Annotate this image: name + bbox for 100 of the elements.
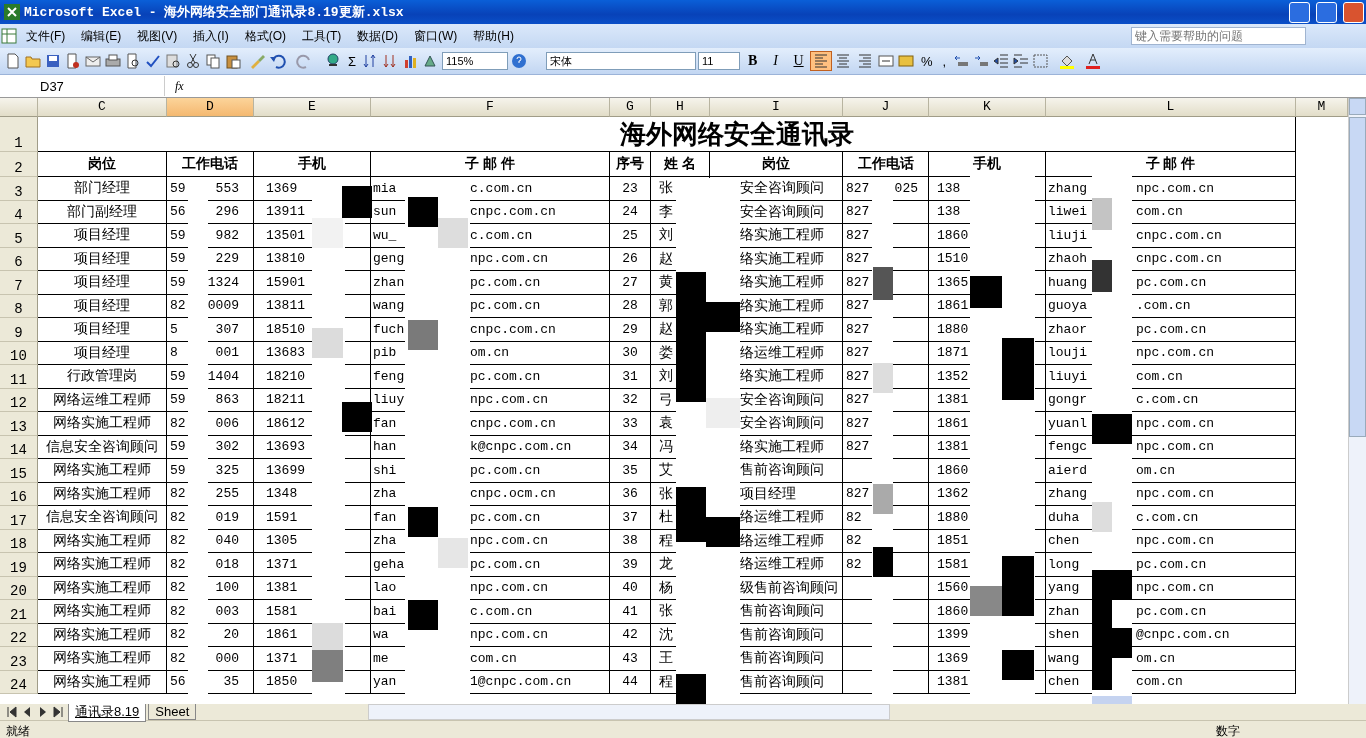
underline-button[interactable]: U <box>788 51 810 71</box>
column-header[interactable]: L <box>1046 98 1296 117</box>
row-header[interactable]: 9 <box>0 318 38 342</box>
column-header[interactable]: F <box>371 98 610 117</box>
column-header[interactable]: M <box>1296 98 1348 117</box>
table-cell: 23 <box>610 177 651 201</box>
table-cell: 项目经理 <box>38 318 167 342</box>
decrease-indent-icon[interactable] <box>992 52 1011 70</box>
menu-item[interactable]: 格式(O) <box>236 27 294 45</box>
row-header[interactable]: 24 <box>0 670 38 694</box>
column-header[interactable]: C <box>38 98 167 117</box>
currency-icon[interactable] <box>897 52 916 70</box>
row-header[interactable]: 4 <box>0 200 38 224</box>
email-fragment: @cnpc.com.cn <box>1136 627 1230 643</box>
menu-item[interactable]: 编辑(E) <box>73 27 130 45</box>
row-header[interactable]: 23 <box>0 647 38 671</box>
merge-center-icon[interactable] <box>877 52 896 70</box>
row-header[interactable]: 10 <box>0 341 38 365</box>
menu-item[interactable]: 视图(V) <box>129 27 186 45</box>
save-icon[interactable] <box>44 52 62 70</box>
column-header[interactable]: G <box>610 98 651 117</box>
row-header[interactable]: 12 <box>0 388 38 412</box>
email-fragment: npc.com.cn <box>470 627 548 643</box>
column-header[interactable]: H <box>651 98 710 117</box>
row-header[interactable]: 19 <box>0 553 38 577</box>
increase-indent-icon[interactable] <box>1012 52 1031 70</box>
menu-item[interactable]: 窗口(W) <box>406 27 466 45</box>
menu-item[interactable]: 数据(D) <box>349 27 406 45</box>
table-cell: 行政管理岗 <box>38 365 167 389</box>
percent-button[interactable]: % <box>917 53 937 69</box>
row-header[interactable]: 15 <box>0 459 38 483</box>
menu-item[interactable]: 文件(F) <box>18 27 74 45</box>
font-size-field[interactable]: 11 <box>698 52 741 70</box>
column-header[interactable]: J <box>843 98 929 117</box>
phone-fragment: 827 <box>846 345 870 361</box>
last-sheet-icon[interactable] <box>52 703 66 721</box>
column-header[interactable]: D <box>167 98 254 117</box>
column-header[interactable]: E <box>254 98 371 117</box>
row-header[interactable]: 1 <box>0 117 38 152</box>
column-header[interactable]: K <box>929 98 1046 117</box>
row-header[interactable]: 18 <box>0 529 38 553</box>
print-preview-icon[interactable] <box>124 52 142 70</box>
italic-button[interactable]: I <box>765 51 787 71</box>
horizontal-scrollbar[interactable] <box>368 704 891 720</box>
row-header[interactable]: 3 <box>0 177 38 201</box>
row-header[interactable]: 7 <box>0 271 38 295</box>
menu-item[interactable]: 插入(I) <box>185 27 237 45</box>
zoom-field[interactable]: 115% <box>442 52 509 70</box>
menu-item[interactable]: 帮助(H) <box>465 27 522 45</box>
phone-fragment: 1324 <box>207 274 239 290</box>
row-header[interactable]: 20 <box>0 576 38 600</box>
close-button[interactable] <box>1343 1 1364 23</box>
menu-item[interactable]: 工具(T) <box>294 27 350 45</box>
sheet-tab[interactable]: 通讯录8.19 <box>68 702 147 722</box>
new-file-icon[interactable] <box>4 52 22 70</box>
row-header[interactable]: 21 <box>0 600 38 624</box>
cut-icon[interactable] <box>184 52 202 70</box>
minimize-button[interactable] <box>1289 1 1310 23</box>
email-fragment: zha <box>372 533 398 549</box>
email-fragment: cnpc.com.cn <box>470 321 556 337</box>
row-header[interactable]: 16 <box>0 482 38 506</box>
row-header[interactable]: 14 <box>0 435 38 459</box>
worksheet-icon[interactable] <box>0 27 18 45</box>
row-header[interactable]: 5 <box>0 224 38 248</box>
restore-button[interactable] <box>1316 1 1337 23</box>
document-lock-icon[interactable] <box>64 52 82 70</box>
research-icon[interactable] <box>164 52 182 70</box>
row-header[interactable]: 8 <box>0 294 38 318</box>
autosum-button[interactable]: Σ <box>344 53 361 69</box>
print-icon[interactable] <box>104 52 122 70</box>
first-sheet-icon[interactable] <box>4 703 18 721</box>
phone-fragment: 59 <box>170 180 186 196</box>
row-header[interactable]: 22 <box>0 623 38 647</box>
comma-button[interactable]: , <box>938 53 951 69</box>
row-header[interactable]: 6 <box>0 247 38 271</box>
phone-fragment: 82 <box>170 556 186 572</box>
table-cell: 40 <box>610 576 651 600</box>
table-cell: 26 <box>610 247 651 271</box>
align-left-icon[interactable] <box>811 52 832 70</box>
select-all-button[interactable] <box>0 98 38 117</box>
function-button[interactable]: fx <box>165 78 194 94</box>
copy-icon[interactable] <box>204 52 222 70</box>
email-fragment: npc.com.cn <box>1136 345 1214 361</box>
help-icon[interactable] <box>510 52 529 70</box>
row-header[interactable]: 11 <box>0 365 38 389</box>
email-fragment: npc.com.cn <box>470 251 548 267</box>
row-header[interactable]: 17 <box>0 506 38 530</box>
font-field[interactable]: 宋体 <box>546 52 697 70</box>
row-header[interactable]: 13 <box>0 412 38 436</box>
row-header[interactable]: 2 <box>0 152 38 177</box>
scroll-thumb[interactable] <box>1349 117 1366 437</box>
phone-fragment: 82 <box>170 627 186 643</box>
help-search-field[interactable]: 键入需要帮助的问题 <box>1131 27 1306 45</box>
table-cell: 项目经理 <box>38 341 167 365</box>
email-fragment: npc.com.cn <box>1136 439 1214 455</box>
sheet-tab[interactable]: Sheet <box>148 704 197 720</box>
bold-button[interactable]: B <box>742 51 764 71</box>
email-fragment: feng <box>372 368 406 384</box>
column-header[interactable]: I <box>710 98 843 117</box>
table-cell: 网络实施工程师 <box>38 553 167 577</box>
